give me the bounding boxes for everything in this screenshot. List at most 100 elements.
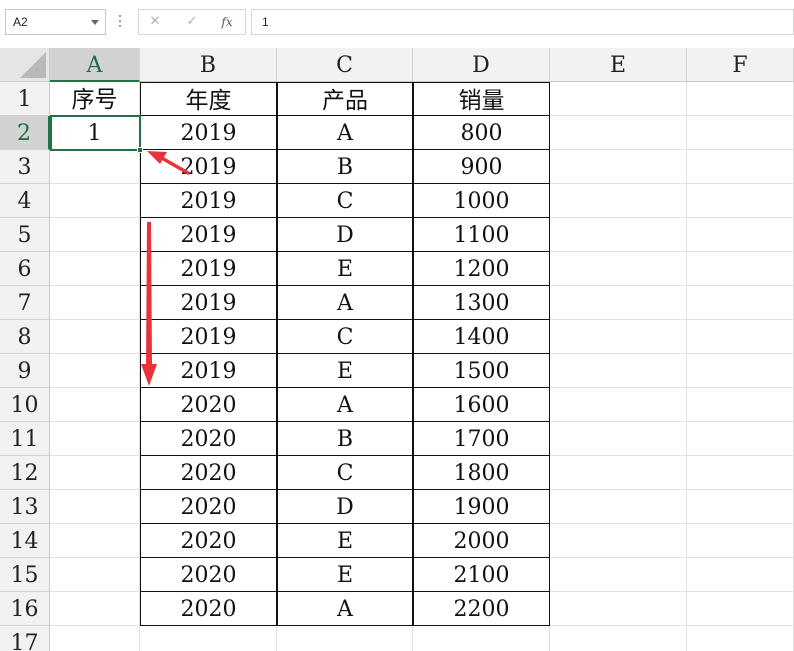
cell-c2[interactable]: A [277,116,413,150]
cell-e1[interactable] [550,82,687,116]
column-header-f[interactable]: F [687,48,794,82]
formula-input[interactable]: 1 [251,9,794,35]
fill-handle[interactable] [137,147,143,153]
cell-c10[interactable]: A [277,388,413,422]
cell-f6[interactable] [687,252,794,286]
row-header-9[interactable]: 9 [0,354,50,388]
cell-d14[interactable]: 2000 [413,524,550,558]
cell-d3[interactable]: 900 [413,150,550,184]
column-header-c[interactable]: C [277,48,413,82]
cell-b10[interactable]: 2020 [140,388,277,422]
cell-b7[interactable]: 2019 [140,286,277,320]
cell-a10[interactable] [50,388,140,422]
cell-a13[interactable] [50,490,140,524]
row-header-8[interactable]: 8 [0,320,50,354]
cell-f15[interactable] [687,558,794,592]
cell-e16[interactable] [550,592,687,626]
cell-e15[interactable] [550,558,687,592]
cell-f9[interactable] [687,354,794,388]
cell-c3[interactable]: B [277,150,413,184]
cell-b5[interactable]: 2019 [140,218,277,252]
cell-f14[interactable] [687,524,794,558]
cell-e2[interactable] [550,116,687,150]
cell-f10[interactable] [687,388,794,422]
cell-e8[interactable] [550,320,687,354]
cell-b3[interactable]: 2019 [140,150,277,184]
cell-d16[interactable]: 2200 [413,592,550,626]
cell-a6[interactable] [50,252,140,286]
cell-b11[interactable]: 2020 [140,422,277,456]
column-header-d[interactable]: D [413,48,550,82]
cell-b16[interactable]: 2020 [140,592,277,626]
cell-a14[interactable] [50,524,140,558]
cell-d7[interactable]: 1300 [413,286,550,320]
row-header-13[interactable]: 13 [0,490,50,524]
cell-c7[interactable]: A [277,286,413,320]
cell-d13[interactable]: 1900 [413,490,550,524]
row-header-1[interactable]: 1 [0,82,50,116]
column-header-a[interactable]: A [50,48,140,82]
cell-d10[interactable]: 1600 [413,388,550,422]
column-header-b[interactable]: B [140,48,277,82]
cell-f12[interactable] [687,456,794,490]
cell-f3[interactable] [687,150,794,184]
cell-c9[interactable]: E [277,354,413,388]
cell-f11[interactable] [687,422,794,456]
cell-f5[interactable] [687,218,794,252]
cell-b15[interactable]: 2020 [140,558,277,592]
cancel-icon[interactable]: ✕ [147,14,163,30]
cell-c15[interactable]: E [277,558,413,592]
cell-c5[interactable]: D [277,218,413,252]
cell-c6[interactable]: E [277,252,413,286]
cell-c14[interactable]: E [277,524,413,558]
cell-d5[interactable]: 1100 [413,218,550,252]
cell-c11[interactable]: B [277,422,413,456]
cell-d8[interactable]: 1400 [413,320,550,354]
cell-e3[interactable] [550,150,687,184]
cell-e6[interactable] [550,252,687,286]
cell-b6[interactable]: 2019 [140,252,277,286]
cell-d4[interactable]: 1000 [413,184,550,218]
cell-d12[interactable]: 1800 [413,456,550,490]
cell-a17[interactable] [50,626,140,651]
cell-d17[interactable] [413,626,550,651]
cell-f13[interactable] [687,490,794,524]
cell-e11[interactable] [550,422,687,456]
cell-f8[interactable] [687,320,794,354]
cell-d1[interactable]: 销量 [413,82,550,116]
cell-b4[interactable]: 2019 [140,184,277,218]
cell-b8[interactable]: 2019 [140,320,277,354]
cell-e7[interactable] [550,286,687,320]
cell-a3[interactable] [50,150,140,184]
cell-e13[interactable] [550,490,687,524]
select-all-button[interactable] [0,48,50,82]
cell-e12[interactable] [550,456,687,490]
cell-d15[interactable]: 2100 [413,558,550,592]
cell-e9[interactable] [550,354,687,388]
cell-c16[interactable]: A [277,592,413,626]
cell-f16[interactable] [687,592,794,626]
cell-f7[interactable] [687,286,794,320]
row-header-3[interactable]: 3 [0,150,50,184]
cell-a4[interactable] [50,184,140,218]
column-header-e[interactable]: E [550,48,687,82]
chevron-down-icon[interactable] [91,20,99,25]
row-header-16[interactable]: 16 [0,592,50,626]
cell-e5[interactable] [550,218,687,252]
row-header-14[interactable]: 14 [0,524,50,558]
cell-e17[interactable] [550,626,687,651]
cell-d11[interactable]: 1700 [413,422,550,456]
cell-c4[interactable]: C [277,184,413,218]
name-box[interactable]: A2 [5,9,106,35]
cell-e4[interactable] [550,184,687,218]
cell-b9[interactable]: 2019 [140,354,277,388]
cell-a7[interactable] [50,286,140,320]
insert-function-icon[interactable]: fx [219,14,235,30]
cell-c8[interactable]: C [277,320,413,354]
cell-a12[interactable] [50,456,140,490]
cell-d2[interactable]: 800 [413,116,550,150]
cell-a11[interactable] [50,422,140,456]
cell-f1[interactable] [687,82,794,116]
cell-a1[interactable]: 序号 [50,82,140,116]
cell-b12[interactable]: 2020 [140,456,277,490]
